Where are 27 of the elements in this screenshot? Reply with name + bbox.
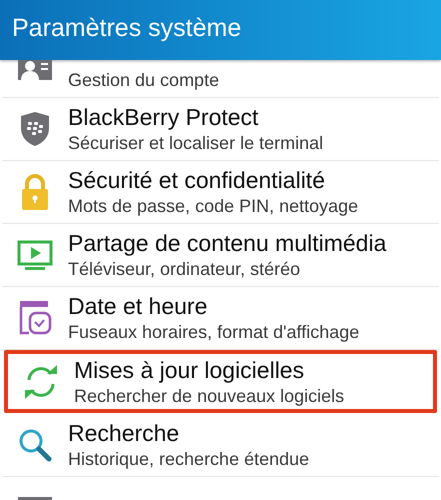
settings-item[interactable]: Sécurité et confidentialité Mots de passe, code PIN, nettoyage (2, 161, 439, 224)
item-title: Recherche (68, 420, 180, 447)
item-title: Partage de contenu multimédia (68, 230, 386, 257)
item-title: Mises à jour logicielles (74, 356, 306, 384)
highlighted-settings-item[interactable]: Mises à jour logicielles Rechercher de nouveaux logiciels (4, 350, 437, 413)
item-subtitle: Mots de passe, code PIN, nettoyage (68, 195, 358, 217)
item-subtitle: Historique, recherche étendue (68, 448, 310, 470)
settings-item[interactable]: BlackBerry Protect Sécuriser et localiser le terminal (2, 98, 439, 161)
contact-card-icon (18, 60, 52, 82)
search-icon (18, 428, 52, 462)
padlock-icon (20, 173, 50, 211)
item-subtitle: Gestion du compte (68, 69, 220, 91)
settings-item[interactable]: Date et heure Fuseaux horaires, format d'affichage (2, 287, 439, 350)
item-subtitle: Rechercher de nouveaux logiciels (74, 384, 344, 406)
settings-item[interactable]: Recherche Historique, recherche étendue (2, 414, 439, 477)
item-subtitle: Sécuriser et localiser le terminal (68, 132, 324, 154)
item-title: BlackBerry Protect (68, 104, 260, 131)
item-subtitle: Fuseaux horaires, format d'affichage (68, 321, 360, 343)
item-title: Sécurité et confidentialité (68, 167, 326, 194)
settings-item[interactable]: Partage de contenu multimédia Téléviseur, ordinateur, stéréo (2, 224, 439, 287)
shield-icon (19, 111, 51, 147)
settings-item[interactable]: Gestion du compte (2, 60, 439, 98)
tv-play-icon (17, 239, 53, 271)
calendar-clock-icon (18, 299, 52, 337)
header-title: Paramètres système (12, 14, 242, 42)
item-subtitle: Téléviseur, ordinateur, stéréo (68, 258, 302, 280)
item-title: Date et heure (68, 293, 208, 320)
